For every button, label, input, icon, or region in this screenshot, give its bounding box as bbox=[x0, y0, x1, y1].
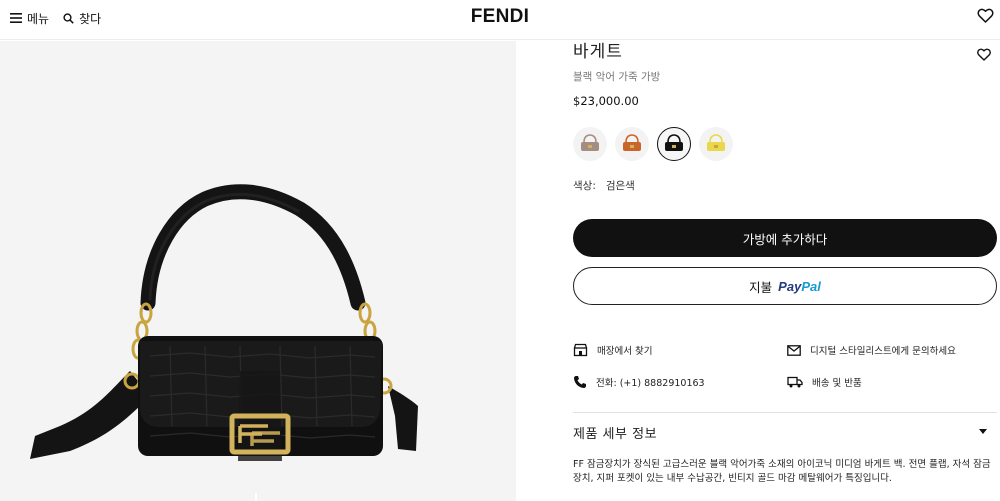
find-in-store-label: 매장에서 찾기 bbox=[597, 346, 653, 357]
wishlist-button[interactable] bbox=[977, 8, 994, 27]
bag-thumbnail-icon bbox=[581, 134, 599, 151]
delivery-truck-icon bbox=[787, 376, 803, 388]
product-description: FF 잠금장치가 장식된 고급스러운 블랙 악어가죽 소재의 아이코닉 미디엄 … bbox=[573, 459, 991, 484]
swatch-taupe[interactable] bbox=[573, 127, 607, 161]
paypal-pay-label: 지불 bbox=[749, 279, 773, 295]
phone-link[interactable]: 전화: (+1) 8882910163 bbox=[573, 375, 705, 389]
mail-icon bbox=[787, 344, 801, 356]
selected-color: 색상: 검은색 bbox=[573, 178, 635, 193]
bag-thumbnail-icon bbox=[623, 134, 641, 151]
heart-icon bbox=[977, 48, 991, 61]
product-subtitle: 블랙 악어 가죽 가방 bbox=[573, 71, 661, 83]
find-in-store-link[interactable]: 매장에서 찾기 bbox=[573, 343, 652, 357]
menu-label: 메뉴 bbox=[27, 11, 50, 26]
swatch-black[interactable] bbox=[657, 127, 691, 161]
product-title: 바게트 bbox=[573, 42, 623, 62]
fendi-logo[interactable]: FENDI bbox=[0, 6, 1000, 28]
paypal-logo: PayPal bbox=[778, 278, 821, 294]
heart-icon bbox=[977, 8, 994, 23]
hamburger-icon bbox=[10, 13, 22, 23]
header-left-nav: 메뉴 찾다 bbox=[10, 0, 101, 36]
color-label: 색상: bbox=[573, 180, 596, 192]
search-icon bbox=[63, 12, 74, 24]
swatch-yellow[interactable] bbox=[699, 127, 733, 161]
product-image-panel[interactable] bbox=[0, 41, 516, 501]
shipping-returns-link[interactable]: 배송 및 반품 bbox=[787, 375, 862, 389]
product-details-accordion[interactable]: 제품 세부 정보 bbox=[573, 423, 997, 443]
caret-down-icon bbox=[979, 429, 987, 434]
product-image bbox=[30, 184, 418, 461]
thumbnail-divider bbox=[255, 493, 257, 501]
customer-services: 매장에서 찾기 디지털 스타일리스트에게 문의하세요 전화: (+1) 8882… bbox=[573, 343, 997, 403]
add-to-wishlist-button[interactable] bbox=[977, 46, 991, 65]
paypal-button[interactable]: 지불 PayPal bbox=[573, 267, 997, 305]
phone-icon bbox=[574, 376, 586, 388]
add-to-bag-button[interactable]: 가방에 추가하다 bbox=[573, 219, 997, 257]
color-swatches bbox=[573, 127, 733, 161]
shipping-returns-label: 배송 및 반품 bbox=[812, 378, 862, 389]
product-price: $23,000.00 bbox=[573, 94, 639, 108]
swatch-orange-brown[interactable] bbox=[615, 127, 649, 161]
search-label: 찾다 bbox=[79, 11, 102, 26]
product-details-title: 제품 세부 정보 bbox=[573, 427, 658, 442]
site-header: 메뉴 찾다 FENDI bbox=[0, 0, 1000, 40]
contact-stylist-label: 디지털 스타일리스트에게 문의하세요 bbox=[810, 346, 956, 357]
bag-thumbnail-icon bbox=[707, 134, 725, 151]
contact-stylist-link[interactable]: 디지털 스타일리스트에게 문의하세요 bbox=[787, 343, 956, 357]
phone-label: 전화: (+1) 8882910163 bbox=[596, 378, 705, 389]
color-value: 검은색 bbox=[605, 180, 635, 192]
section-divider bbox=[573, 412, 997, 413]
search-button[interactable]: 찾다 bbox=[63, 10, 101, 27]
bag-thumbnail-icon bbox=[665, 134, 683, 151]
menu-button[interactable]: 메뉴 bbox=[10, 10, 49, 27]
store-icon bbox=[573, 343, 588, 357]
